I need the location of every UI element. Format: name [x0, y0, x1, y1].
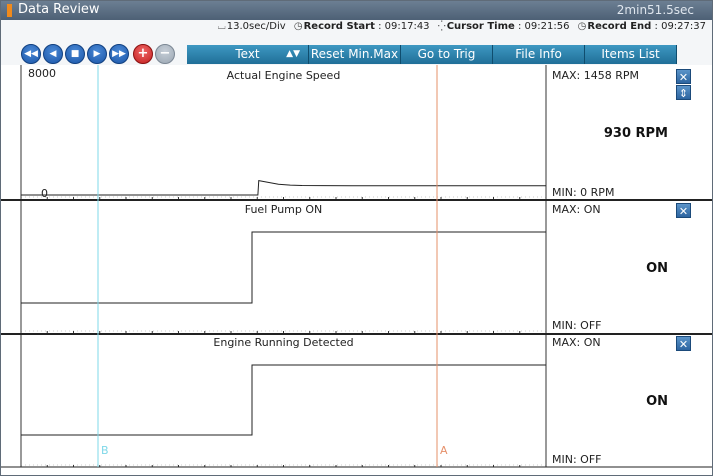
panel1-min-value: MIN: 0 RPM	[552, 186, 615, 199]
title-bar: Data Review 2min51.5sec	[1, 1, 712, 20]
updown-icon: ▲▼	[286, 49, 300, 59]
record-end-label: Record End	[587, 21, 652, 32]
cursor-time-label: Cursor Time	[446, 21, 515, 32]
items-list-button[interactable]: Items List	[585, 45, 677, 64]
zoom-out-icon[interactable]: −	[155, 44, 175, 64]
record-end-value: : 09:27:37	[654, 21, 706, 32]
panel1-max-value: MAX: 1458 RPM	[552, 69, 640, 82]
record-info-bar: ⌴13.0sec/Div ◷Record Start : 09:17:43 ⁛C…	[1, 20, 712, 34]
panel2-close-icon[interactable]: ✕	[676, 203, 691, 218]
panel1-expand-icon[interactable]: ⇕	[676, 85, 691, 100]
text-mode-select[interactable]: Text ▲▼	[187, 45, 309, 64]
zoom-in-icon[interactable]: +	[133, 44, 153, 64]
cursor-time-icon: ⁛	[437, 21, 446, 32]
panel3-step-line	[21, 364, 546, 436]
record-start-value: : 09:17:43	[378, 21, 430, 32]
engine-speed-line	[21, 180, 546, 196]
stop-icon[interactable]: ■	[65, 44, 85, 64]
cursor-time-value: : 09:21:56	[517, 21, 570, 32]
reset-min-max-button[interactable]: Reset Min.Max	[309, 45, 401, 64]
panel1-close-icon[interactable]: ✕	[676, 69, 691, 84]
record-end-icon: ◷	[577, 21, 587, 32]
panel2-title: Fuel Pump ON	[244, 203, 323, 216]
panel3-close-icon[interactable]: ✕	[676, 336, 691, 351]
toolbar: ◀◀ ◀ ■ ▶ ▶▶ + − Text ▲▼ Reset Min.Max Go …	[1, 34, 712, 65]
record-start-icon: ◷	[293, 21, 303, 32]
fast-forward-icon[interactable]: ▶▶	[109, 44, 129, 64]
panel2-step-line	[21, 231, 546, 304]
go-to-trig-button[interactable]: Go to Trig	[401, 45, 493, 64]
rewind-icon[interactable]: ◀◀	[21, 44, 41, 64]
record-start-label: Record Start	[303, 21, 375, 32]
panel1-title: Actual Engine Speed	[226, 69, 341, 82]
time-per-div: 13.0sec/Div	[226, 21, 286, 32]
cursor-b-label: B	[101, 444, 109, 457]
panel2-max-value: MAX: ON	[552, 203, 601, 216]
window-title: Data Review	[18, 2, 100, 17]
data-review-window: Data Review 2min51.5sec ⌴13.0sec/Div ◷Re…	[0, 0, 713, 476]
elapsed-time: 2min51.5sec	[616, 3, 694, 17]
cursor-a-label: A	[440, 444, 448, 457]
play-icon[interactable]: ▶	[87, 44, 107, 64]
time-div-icon: ⌴	[217, 21, 226, 32]
panel1-ymin-label: 0	[41, 187, 48, 200]
panel3-title: Engine Running Detected	[213, 336, 354, 349]
panel1-current-value: 930 RPM	[603, 126, 668, 141]
app-flag-icon	[7, 4, 12, 17]
panel3-max-value: MAX: ON	[552, 336, 601, 349]
panel3-min-value: MIN: OFF	[552, 453, 602, 466]
panel3-current-value: ON	[646, 394, 668, 409]
plot-area: 8000 0 Actual Engine Speed MAX: 1458 RPM…	[1, 65, 712, 475]
panel2-current-value: ON	[646, 261, 668, 276]
panel2-min-value: MIN: OFF	[552, 319, 602, 332]
file-info-button[interactable]: File Info	[493, 45, 585, 64]
text-mode-label: Text	[235, 47, 260, 61]
step-back-icon[interactable]: ◀	[43, 44, 63, 64]
